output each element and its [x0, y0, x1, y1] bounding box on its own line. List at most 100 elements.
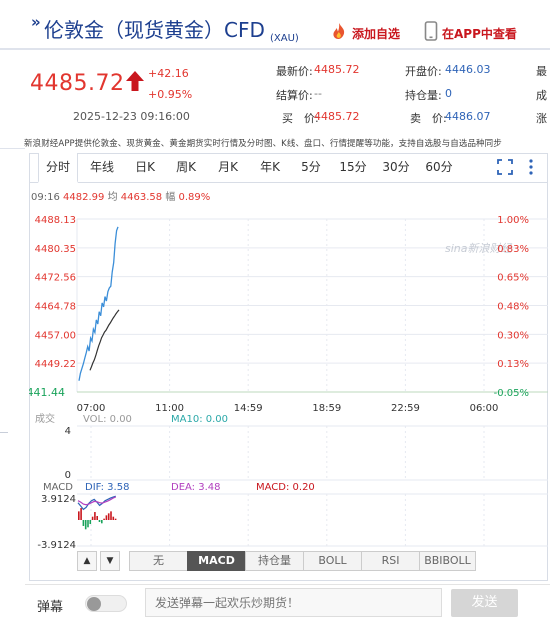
left-divider-bottom — [0, 432, 8, 433]
latest-price-value: 4485.72 — [314, 63, 360, 76]
y-left-tick-label: 4441.44 — [29, 386, 65, 399]
indicator-boll[interactable]: BOLL — [303, 551, 362, 571]
settle-price-value: -- — [314, 87, 322, 100]
volume-panel-label: 成交 — [35, 412, 55, 425]
y-left-tick-label: 4464.78 — [35, 302, 76, 313]
page-title: 伦敦金（现货黄金）CFD — [44, 18, 265, 42]
indicator-macd[interactable]: MACD — [187, 551, 246, 571]
fullscreen-icon[interactable] — [497, 159, 513, 179]
y-right-tick-label: 1.00% — [497, 215, 529, 226]
x-tick-label: 11:00 — [155, 403, 184, 414]
open-interest-value: 0 — [445, 87, 452, 100]
panel-up-arrow-icon[interactable]: ▲ — [77, 551, 97, 571]
volume-label-clipped: 成 — [536, 89, 547, 102]
indicator-open-interest[interactable]: 持仓量 — [245, 551, 304, 571]
high-price-label-clipped: 最 — [536, 65, 547, 78]
bid-price-value: 4485.72 — [314, 110, 360, 123]
tab-30min[interactable]: 30分 — [376, 153, 416, 182]
title-marker: » — [31, 13, 41, 31]
x-tick-label: 14:59 — [234, 403, 263, 414]
macd-histogram-bar — [82, 520, 85, 526]
indicator-bbiboll[interactable]: BBIBOLL — [419, 551, 476, 571]
x-tick-label: 22:59 — [391, 403, 420, 414]
macd-histogram-bar — [96, 516, 98, 520]
macd-dif-label: DIF: 3.58 — [85, 482, 129, 493]
x-tick-label: 07:00 — [77, 403, 106, 414]
tab-year-line[interactable]: 年线 — [82, 153, 122, 182]
open-in-app-button[interactable]: 在APP中查看 — [424, 21, 517, 44]
vol-label: VOL: 0.00 — [83, 414, 132, 425]
macd-histogram-bar — [103, 518, 105, 520]
price-line — [78, 226, 119, 381]
tab-60min[interactable]: 60分 — [419, 153, 459, 182]
tab-daily-k[interactable]: 日K — [126, 153, 164, 182]
macd-histogram-bar — [107, 513, 110, 520]
macd-panel-label: MACD — [43, 482, 73, 493]
x-tick-label: 18:59 — [312, 403, 341, 414]
price-change-pct: +0.95% — [148, 88, 193, 101]
macd-dif-line — [77, 495, 116, 511]
intraday-chart[interactable]: sina新浪财经 4488.134480.354472.564464.78445… — [29, 200, 548, 550]
open-price-value: 4446.03 — [445, 63, 491, 76]
volume-tick-zero: 0 — [65, 470, 71, 481]
tab-5min[interactable]: 5分 — [293, 153, 329, 182]
y-left-tick-label: 4488.13 — [35, 215, 76, 226]
macd-histogram-bar — [112, 516, 115, 520]
price-change: +42.16 — [148, 67, 189, 80]
y-right-tick-label: 0.65% — [497, 273, 529, 284]
macd-histogram-bar — [101, 520, 103, 524]
ask-price-label: 卖 价: — [410, 112, 447, 125]
app-notice: 新浪财经APP提供伦敦金、现货黄金、黄金期货实时行情及分时图、K线、盘口、行情提… — [24, 139, 502, 149]
x-tick-label: 06:00 — [470, 403, 499, 414]
macd-series — [77, 495, 117, 530]
macd-histogram-bar — [94, 512, 96, 520]
y-right-tick-label: -0.05% — [494, 388, 529, 399]
indicator-rsi[interactable]: RSI — [361, 551, 420, 571]
current-price: 4485.72 — [30, 71, 125, 96]
avg-price-line — [89, 309, 120, 371]
y-axis-left: 4488.13 4480.35 4472.56 4464.78 4457.00 4449.… — [29, 215, 76, 399]
tab-monthly-k[interactable]: 月K — [209, 153, 247, 182]
barrage-toggle-knob — [87, 597, 101, 611]
y-left-tick-label: 4472.56 — [35, 273, 76, 284]
ma10-label: MA10: 0.00 — [171, 414, 228, 425]
settle-price-label: 结算价: — [276, 89, 313, 102]
y-left-tick-label: 4480.35 — [35, 244, 76, 255]
macd-histogram-bar — [114, 518, 117, 520]
chart-grid — [77, 218, 548, 547]
send-button[interactable]: 发送 — [451, 589, 518, 617]
y-left-tick-label: 4457.00 — [35, 330, 76, 341]
macd-dea-label: DEA: 3.48 — [171, 482, 221, 493]
add-favorite-label: 添加自选 — [352, 26, 401, 41]
tab-intraday[interactable]: 分时 — [38, 153, 78, 183]
tab-weekly-k[interactable]: 周K — [167, 153, 205, 182]
y-left-tick-label: 4449.22 — [35, 359, 76, 370]
barrage-label: 弹幕 — [37, 600, 64, 615]
y-right-tick-label: 0.13% — [497, 359, 529, 370]
panel-down-arrow-icon[interactable]: ▼ — [100, 551, 120, 571]
y-right-tick-label: 0.30% — [497, 330, 529, 341]
quote-time: 2025-12-23 09:16:00 — [73, 110, 190, 123]
barrage-input[interactable] — [145, 588, 442, 617]
y-right-tick-label: 0.83% — [497, 244, 529, 255]
x-axis: 07:00 11:00 14:59 18:59 22:59 06:00 — [77, 403, 499, 414]
add-favorite-button[interactable]: 添加自选 — [330, 22, 400, 44]
tab-15min[interactable]: 15分 — [333, 153, 373, 182]
macd-histogram-bar — [87, 520, 89, 528]
macd-histogram-bar — [84, 520, 87, 530]
macd-histogram-bar — [98, 520, 101, 522]
open-in-app-label: 在APP中查看 — [442, 26, 517, 41]
macd-histogram-bar — [110, 511, 112, 520]
latest-price-label: 最新价: — [276, 65, 313, 78]
indicator-none[interactable]: 无 — [129, 551, 188, 571]
macd-tick-bottom: -3.9124 — [37, 540, 76, 550]
flame-icon — [330, 22, 348, 44]
open-price-label: 开盘价: — [405, 65, 442, 78]
more-options-icon[interactable] — [528, 158, 534, 180]
left-divider-top — [0, 148, 25, 149]
macd-tick-top: 3.9124 — [41, 494, 76, 505]
page-subtitle: (XAU) — [270, 33, 299, 44]
tab-yearly-k[interactable]: 年K — [251, 153, 289, 182]
period-tabs: 分时 年线 日K 周K 月K 年K 5分 15分 30分 60分 — [29, 153, 548, 183]
macd-histogram-bar — [80, 508, 82, 520]
